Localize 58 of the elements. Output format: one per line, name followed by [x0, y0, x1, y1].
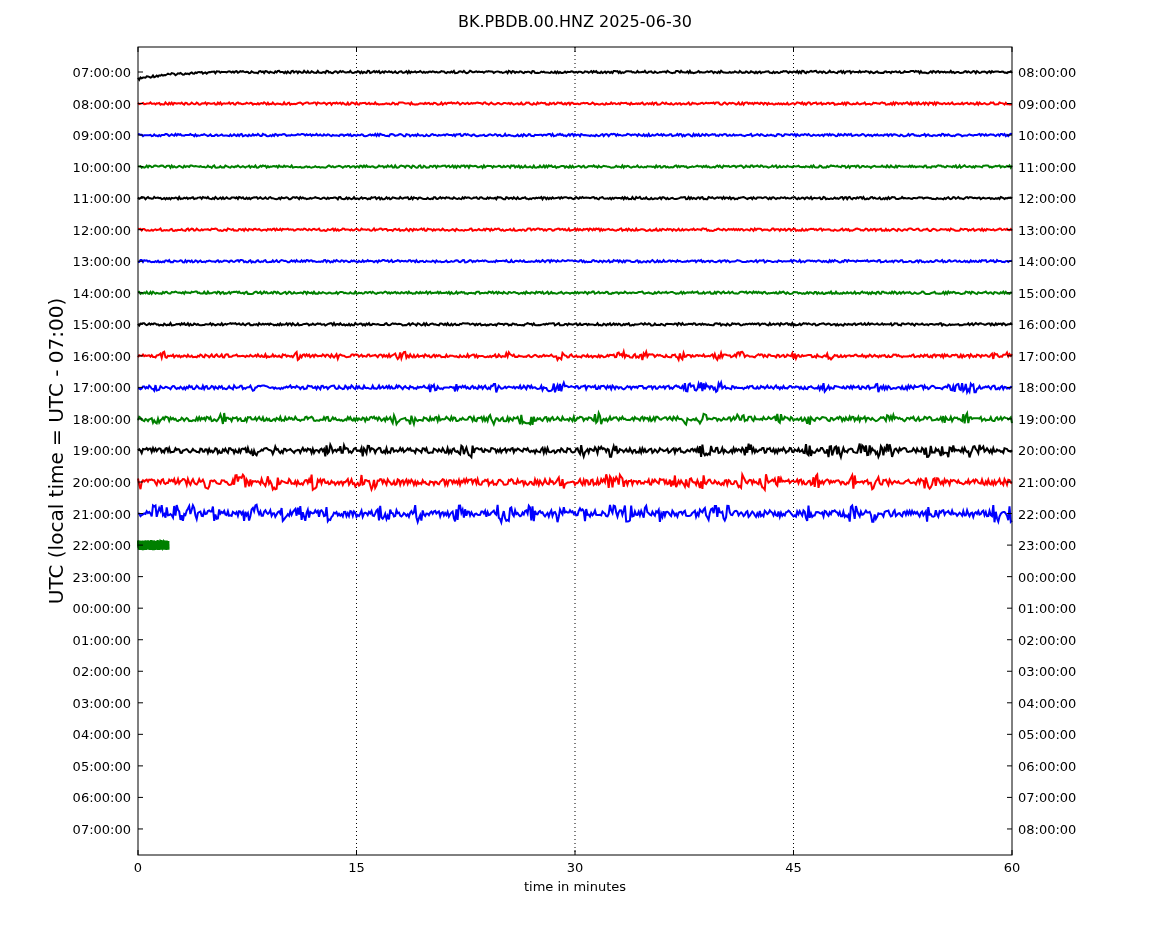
- axis-tick-label: 10:00:00: [1018, 128, 1077, 144]
- axis-tick-label: 14:00:00: [72, 285, 131, 301]
- axis-tick-label: 60: [1003, 860, 1021, 875]
- axis-tick-label: 19:00:00: [1018, 411, 1077, 427]
- axis-tick-label: 22:00:00: [1018, 506, 1077, 522]
- axis-tick-label: 15:00:00: [72, 317, 131, 333]
- axis-tick-label: 13:00:00: [1018, 222, 1077, 238]
- axis-tick-label: 15: [348, 860, 365, 875]
- axis-tick-label: 04:00:00: [72, 727, 131, 743]
- axis-tick-label: 16:00:00: [72, 348, 131, 364]
- x-axis-label: time in minutes: [523, 879, 627, 894]
- axis-tick-label: 16:00:00: [1018, 317, 1077, 333]
- axis-tick-label: 03:00:00: [72, 695, 131, 711]
- axis-tick-label: 00:00:00: [72, 601, 131, 617]
- axis-tick-label: 17:00:00: [1018, 348, 1077, 364]
- axis-tick-label: 19:00:00: [72, 443, 131, 459]
- axis-tick-label: 18:00:00: [72, 411, 131, 427]
- axis-tick-label: 22:00:00: [72, 538, 131, 554]
- axis-tick-label: 06:00:00: [72, 790, 131, 806]
- axis-tick-label: 08:00:00: [72, 96, 131, 112]
- axis-tick-label: 11:00:00: [1018, 159, 1077, 175]
- axis-tick-label: 20:00:00: [72, 475, 131, 490]
- axis-tick-label: 00:00:00: [1018, 569, 1077, 585]
- axis-tick-label: 10:00:00: [72, 159, 131, 175]
- axis-tick-label: 03:00:00: [1018, 664, 1077, 680]
- axis-tick-label: 08:00:00: [1018, 821, 1077, 837]
- axis-tick-label: 12:00:00: [1018, 191, 1077, 207]
- axis-tick-label: 07:00:00: [72, 65, 131, 80]
- axis-tick-label: 30: [566, 860, 584, 875]
- axis-tick-label: 05:00:00: [1018, 727, 1077, 743]
- axis-tick-label: 05:00:00: [72, 758, 131, 774]
- axis-tick-label: 13:00:00: [72, 254, 131, 270]
- axis-tick-label: 04:00:00: [1018, 695, 1077, 711]
- axis-tick-label: 14:00:00: [1018, 254, 1077, 270]
- axis-tick-label: 09:00:00: [72, 128, 131, 144]
- axis-tick-label: 06:00:00: [1018, 758, 1077, 774]
- axis-tick-label: 18:00:00: [1018, 380, 1077, 396]
- axis-tick-label: 01:00:00: [1018, 601, 1077, 617]
- chart-title: BK.PBDB.00.HNZ 2025-06-30: [458, 12, 692, 31]
- axis-tick-label: 12:00:00: [72, 222, 131, 238]
- axis-tick-label: 09:00:00: [1018, 96, 1077, 112]
- axis-tick-label: 45: [785, 860, 802, 875]
- axis-tick-label: 08:00:00: [1018, 65, 1077, 80]
- axis-tick-label: 02:00:00: [1018, 632, 1077, 648]
- axis-tick-label: 23:00:00: [1018, 538, 1077, 554]
- axis-tick-label: 23:00:00: [72, 569, 131, 585]
- axis-tick-label: 20:00:00: [1018, 443, 1077, 459]
- axis-tick-label: 21:00:00: [1018, 475, 1077, 490]
- axis-tick-label: 07:00:00: [72, 821, 131, 837]
- axis-tick-label: 11:00:00: [72, 191, 131, 207]
- axis-tick-label: 01:00:00: [72, 632, 131, 648]
- axis-tick-label: 21:00:00: [72, 506, 131, 522]
- axis-tick-label: 0: [133, 860, 143, 875]
- axis-tick-label: 17:00:00: [72, 380, 131, 396]
- y-axis-label: UTC (local time = UTC - 07:00): [44, 297, 68, 605]
- axis-tick-label: 15:00:00: [1018, 285, 1077, 301]
- axis-tick-label: 07:00:00: [1018, 790, 1077, 806]
- axis-tick-label: 02:00:00: [72, 664, 131, 680]
